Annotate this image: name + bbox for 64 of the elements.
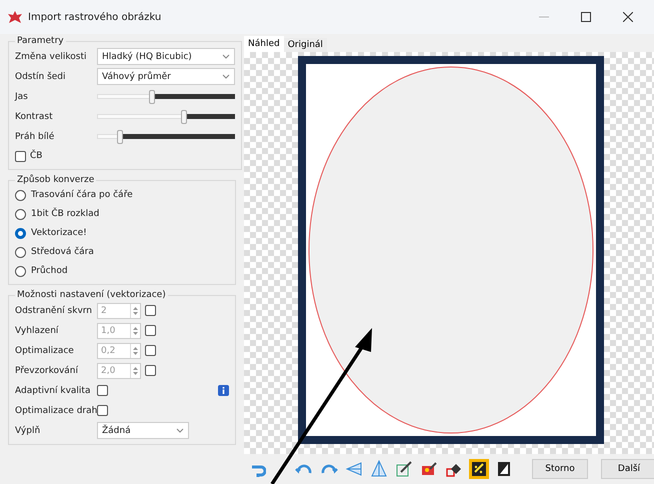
slider-label: Jas [15, 92, 29, 102]
group-title: Možnosti nastavení (vektorizace) [16, 290, 167, 300]
field-label: Změna velikosti [15, 52, 88, 62]
crop-icon [396, 461, 412, 477]
flip-vertical-icon [371, 460, 387, 478]
checkbox[interactable] [97, 405, 108, 416]
dropdown[interactable]: Váhový průměr [97, 68, 235, 85]
slider-thumb[interactable] [180, 110, 187, 124]
maximize-icon [581, 12, 591, 22]
radio-button[interactable] [15, 228, 26, 238]
spin-arrows-icon [133, 346, 138, 354]
slider-track[interactable] [97, 90, 235, 104]
window-title: Import rastrového obrázku [28, 12, 162, 22]
slider-thumb[interactable] [117, 130, 124, 144]
checkbox[interactable] [15, 150, 26, 162]
radio-label: Středová čára [31, 247, 94, 257]
info-icon[interactable] [218, 385, 229, 396]
field-label: Vyhlazení [15, 326, 60, 336]
radio-button[interactable] [15, 208, 26, 220]
dropdown[interactable]: Hladký (HQ Bicubic) [97, 48, 235, 65]
spin-arrows-icon [133, 326, 138, 334]
minimize-icon [539, 16, 549, 18]
dialog-button[interactable]: Další [601, 459, 654, 479]
checkbox[interactable] [97, 385, 108, 396]
slider-track[interactable] [97, 110, 235, 124]
slider-track[interactable] [97, 130, 235, 144]
radio-label: Trasování čára po čáře [31, 190, 133, 200]
field-label: Výplň [15, 426, 42, 436]
checkbox-label: ČB [30, 151, 42, 161]
field-label: Optimalizace [15, 346, 75, 356]
invert-icon [497, 461, 511, 477]
app-logo-icon [8, 11, 22, 23]
chevron-down-icon [176, 428, 184, 433]
dropdown[interactable]: Žádná [97, 422, 189, 439]
field-label: Odstranění skvrn [15, 306, 94, 316]
dialog-button[interactable]: Storno [532, 459, 588, 479]
radio-label: Průchod [31, 266, 68, 276]
tab[interactable]: Originál [284, 38, 327, 52]
field-label: Převzorkování [15, 366, 80, 376]
spin-arrows-icon [133, 366, 138, 374]
chevron-down-icon [222, 54, 230, 59]
checkbox-label: Adaptivní kvalita [15, 386, 92, 396]
radio-button[interactable] [15, 266, 26, 276]
field-label: Odstín šedi [15, 72, 67, 82]
slider-label: Práh bílé [15, 132, 56, 142]
palette-icon [421, 461, 437, 477]
toolbar-button[interactable] [469, 459, 489, 479]
tab[interactable]: Náhled [244, 36, 284, 52]
checkbox-label: Optimalizace drah [15, 406, 97, 416]
group-title: Způsob konverze [16, 175, 96, 185]
flip-horizontal-icon [345, 461, 363, 477]
radio-label: Vektorizace! [31, 228, 87, 238]
chevron-down-icon [222, 74, 230, 79]
radio-label: 1bit ČB rozklad [31, 209, 100, 219]
slider-thumb[interactable] [149, 90, 156, 104]
radio-button[interactable] [15, 246, 26, 258]
radio-button[interactable] [15, 190, 26, 200]
group-title: Parametry [16, 36, 65, 46]
close-icon [623, 12, 633, 22]
slider-label: Kontrast [15, 112, 54, 122]
paint-bucket-icon [446, 461, 462, 477]
toolbar-button[interactable] [394, 459, 414, 479]
trace-icon [471, 461, 487, 477]
spin-arrows-icon [133, 306, 138, 314]
